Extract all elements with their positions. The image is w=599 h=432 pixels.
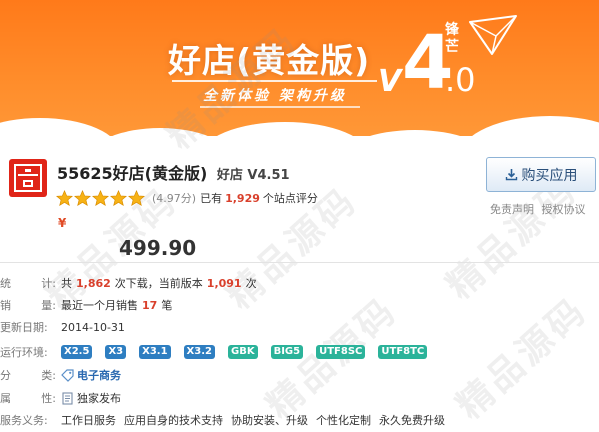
category-link[interactable]: 电子商务 <box>77 367 121 383</box>
service-items: 工作日服务 应用自身的技术支持 协助安装、升级 个性化定制 永久免费升级 <box>61 412 453 428</box>
product-title: 55625好店(黄金版) 好店 V4.51 <box>57 160 290 184</box>
banner-version-v: V <box>378 64 402 99</box>
banner-divider-2 <box>200 106 360 108</box>
service-item: 工作日服务 <box>61 414 116 427</box>
banner-title: 好店(黄金版) <box>168 41 371 80</box>
paper-plane-icon <box>469 15 517 55</box>
version-download-count: 1,091 <box>206 276 242 290</box>
sales-value: 最近一个月销售 17 笔 <box>61 298 173 313</box>
banner-subtitle: 全新体验 架构升级 <box>203 88 347 104</box>
updated-label: 更新日期: <box>0 321 48 334</box>
stats-row: 统计: 共 1,862 次下载，当前版本 1,091 次 <box>0 274 599 292</box>
sales-label: 销量: <box>0 299 56 312</box>
service-item: 永久免费升级 <box>379 414 445 427</box>
service-item: 个性化定制 <box>316 414 371 427</box>
tag-icon <box>61 368 74 382</box>
star-icon <box>92 189 109 206</box>
star-icon <box>110 189 127 206</box>
env-tag: X3.1 <box>139 345 171 359</box>
sales-count: 17 <box>142 298 158 312</box>
service-item: 应用自身的技术支持 <box>124 414 223 427</box>
rating-prefix: 已有 <box>200 192 223 205</box>
product-name: 55625好店(黄金版) <box>57 164 208 183</box>
download-icon <box>505 169 517 181</box>
env-tag: X3.2 <box>183 345 215 359</box>
service-label: 服务义务: <box>0 414 48 427</box>
disclaimer-link[interactable]: 免责声明 <box>490 203 534 216</box>
banner-brand: 锋芒 <box>445 22 459 55</box>
star-icon <box>56 189 73 206</box>
attribute-label: 属性: <box>0 392 56 405</box>
document-icon <box>62 391 73 405</box>
category-value: 电子商务 <box>61 367 121 383</box>
updated-value: 2014-10-31 <box>61 320 125 334</box>
star-icon <box>128 189 145 206</box>
env-tag: UTF8TC <box>378 345 428 359</box>
env-tags: X2.5 X3 X3.1 X3.2 GBK BIG5 UTF8SC UTF8TC <box>61 345 440 359</box>
policy-links: 免责声明 授权协议 <box>490 201 590 217</box>
buy-app-label: 购买应用 <box>521 167 578 184</box>
rating-suffix: 个站点评分 <box>262 192 318 205</box>
price-value: 499.90 <box>119 236 197 260</box>
license-link[interactable]: 授权协议 <box>542 203 586 216</box>
env-tag: BIG5 <box>270 345 304 359</box>
updated-row: 更新日期: 2014-10-31 <box>0 318 599 336</box>
env-tag: UTF8SC <box>316 345 366 359</box>
product-subname: 好店 V4.51 <box>216 168 290 183</box>
banner-version-minor: .0 <box>445 61 476 99</box>
price: ¥499.90 <box>58 216 196 260</box>
attribute-value: 独家发布 <box>61 390 121 406</box>
env-label: 运行环境: <box>0 346 48 359</box>
sales-row: 销量: 最近一个月销售 17 笔 <box>0 296 599 314</box>
divider <box>0 262 599 263</box>
banner: 好店(黄金版) 全新体验 架构升级 V 4 .0 锋芒 <box>0 0 599 150</box>
rating-count: 1,929 <box>225 191 260 205</box>
banner-divider <box>172 80 377 82</box>
category-label: 分类: <box>0 369 56 382</box>
stats-label: 统计: <box>0 277 56 290</box>
stats-value: 共 1,862 次下载，当前版本 1,091 次 <box>61 276 257 291</box>
rating-row: (4.97分) 已有 1,929 个站点评分 <box>56 189 318 207</box>
download-count: 1,862 <box>76 276 111 290</box>
price-symbol: ¥ <box>58 216 67 230</box>
env-tag: GBK <box>227 345 258 359</box>
env-row: 运行环境: X2.5 X3 X3.1 X3.2 GBK BIG5 UTF8SC … <box>0 343 599 361</box>
shop-icon <box>14 164 42 192</box>
env-tag: X3 <box>105 345 127 359</box>
star-icon <box>74 189 91 206</box>
rating-score: (4.97分) <box>152 192 197 205</box>
category-row: 分类: 电子商务 <box>0 366 599 384</box>
rating-stars <box>56 189 146 207</box>
env-tag: X2.5 <box>61 345 93 359</box>
app-logo <box>9 159 47 197</box>
buy-app-button[interactable]: 购买应用 <box>486 157 596 192</box>
service-row: 服务义务: 工作日服务 应用自身的技术支持 协助安装、升级 个性化定制 永久免费… <box>0 411 599 429</box>
attribute-row: 属性: 独家发布 <box>0 389 599 407</box>
service-item: 协助安装、升级 <box>231 414 308 427</box>
